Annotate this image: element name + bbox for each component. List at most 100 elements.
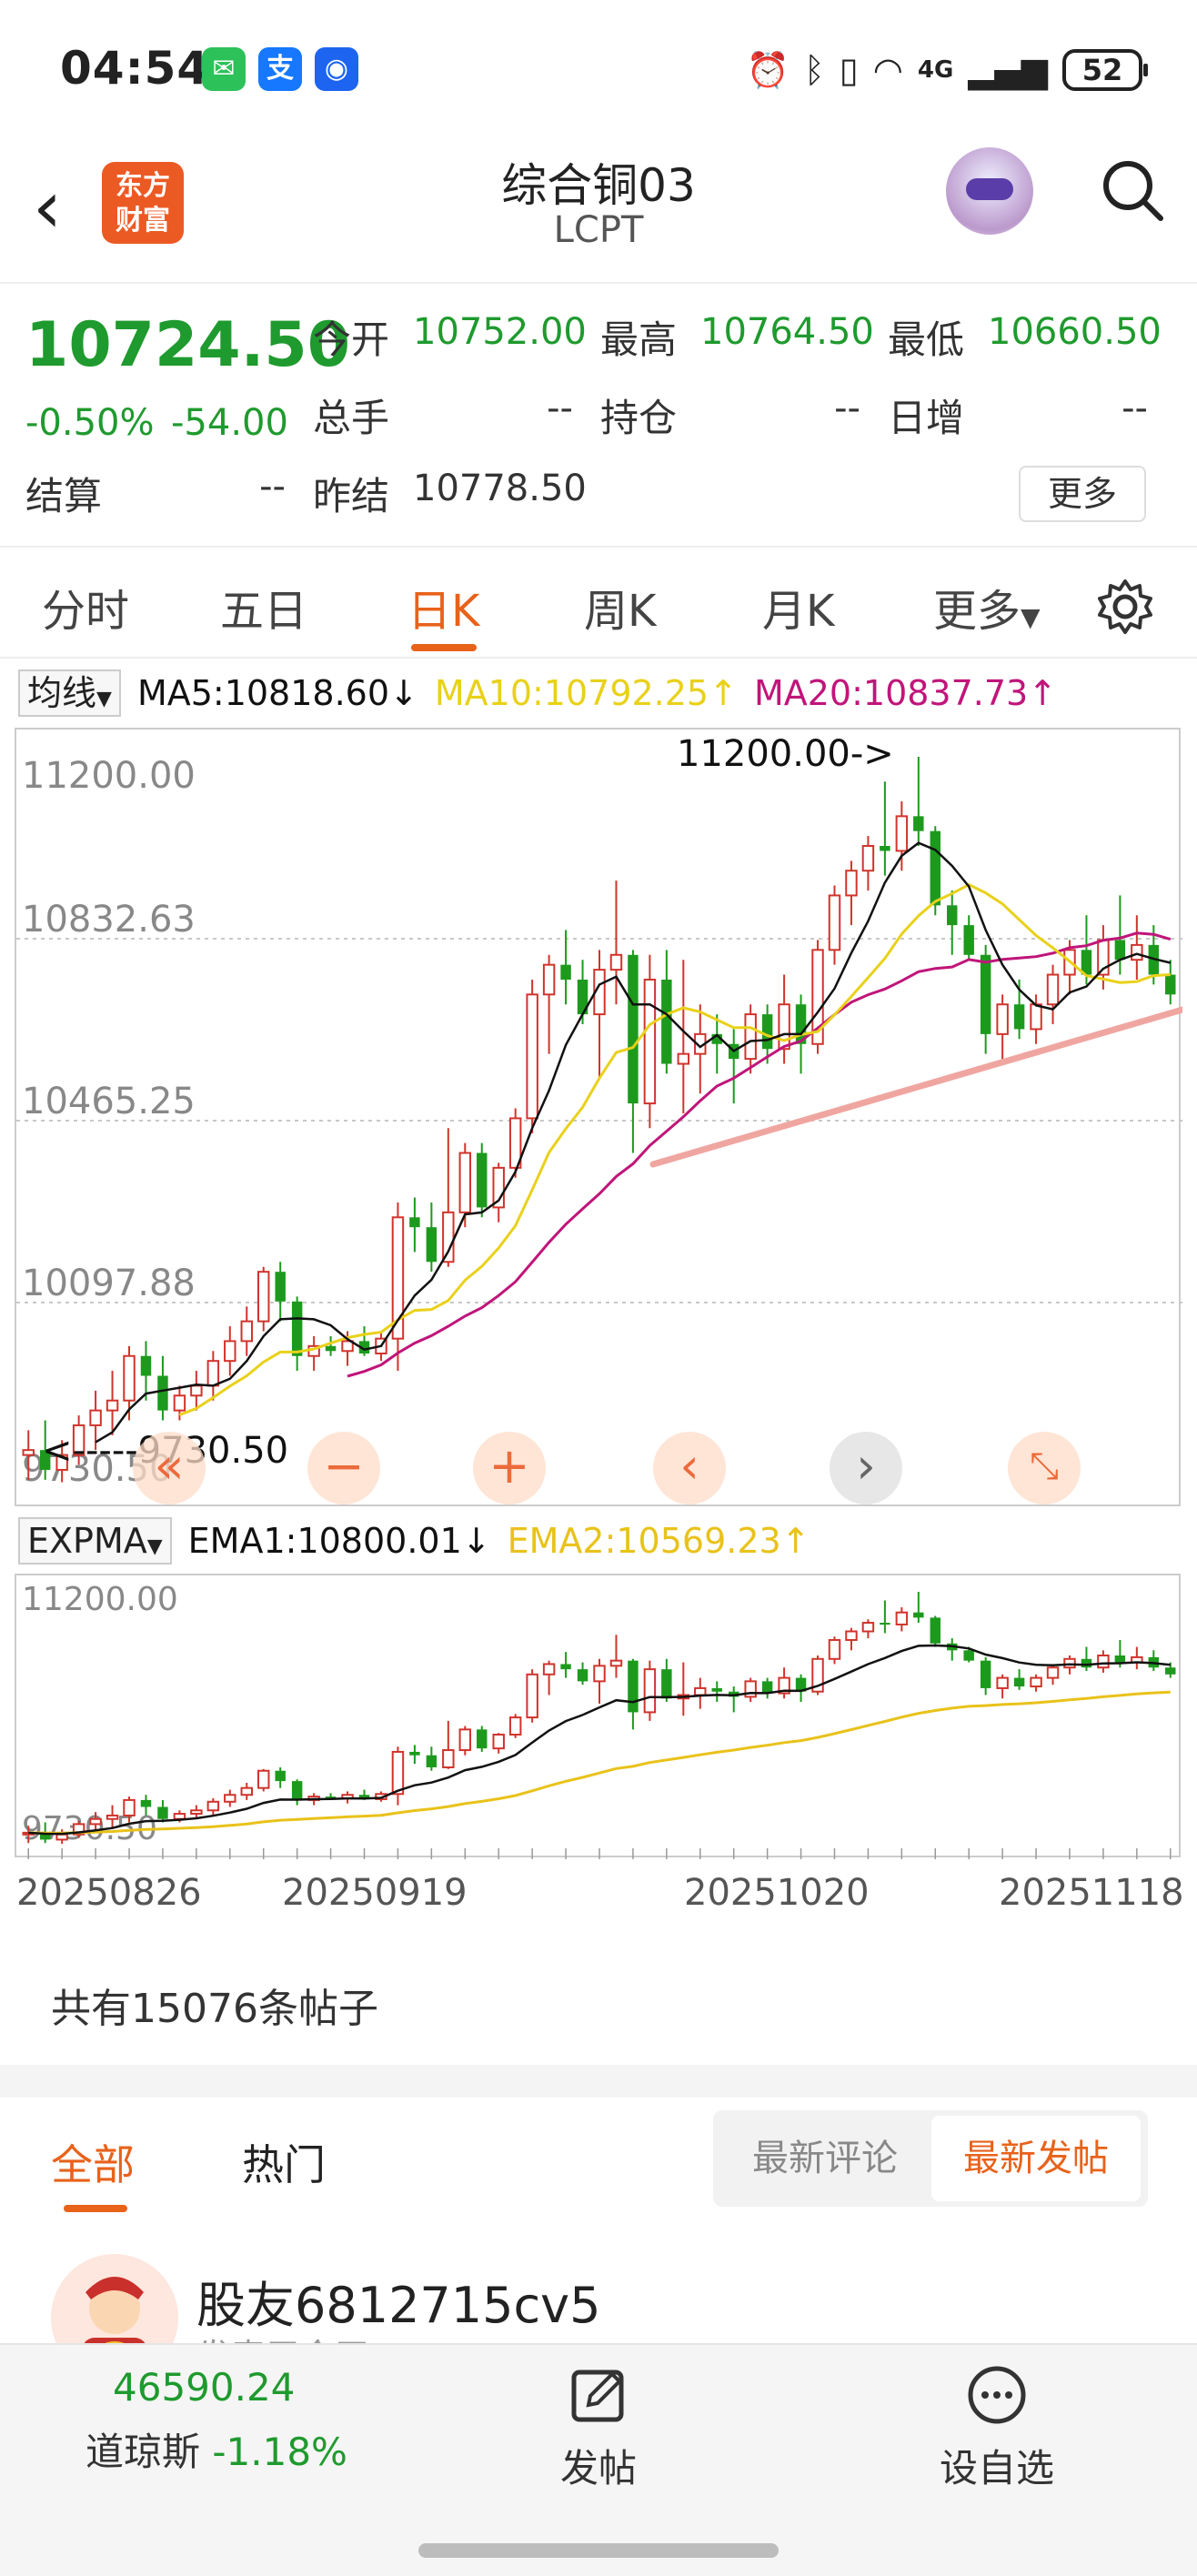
candle-up [744, 1013, 757, 1061]
candle-up [895, 815, 909, 852]
tab-monthly-k[interactable]: 月K [762, 575, 834, 639]
candle-up [224, 1794, 236, 1803]
expma-selector[interactable]: EXPMA▼ [18, 1517, 172, 1565]
high-value: 10764.50 [700, 311, 874, 353]
candle-up [996, 1003, 1009, 1035]
daily-increase-label: 日增 [888, 396, 965, 440]
bottom-bar: 46590.24 道琼斯 -1.18% 发帖 设自选 [0, 2343, 1197, 2576]
candle-up [1030, 1676, 1042, 1688]
ma10-value: MA10:10792.25↑ [434, 673, 738, 713]
index-name[interactable]: 道琼斯 -1.18% [86, 2421, 347, 2477]
assistant-robot-icon[interactable] [946, 147, 1033, 235]
candle-up [643, 978, 657, 1105]
candle-up [123, 1798, 136, 1816]
candle-up [895, 1611, 909, 1625]
candle-down [930, 1617, 940, 1644]
candle-up [240, 1320, 253, 1343]
tab-weekly-k[interactable]: 周K [584, 575, 656, 639]
candle-up [828, 1638, 841, 1660]
app-header: ‹ 东方 财富 综合铜03 LCPT [0, 136, 1197, 284]
candle-up [861, 844, 875, 872]
account-icon: ◉ [315, 47, 358, 91]
candle-down [477, 1152, 488, 1208]
candle-up [526, 1673, 538, 1719]
date-label-2: 20250919 [282, 1872, 468, 1914]
candle-down [157, 1375, 168, 1411]
tab-five-day[interactable]: 五日 [220, 575, 307, 639]
candle-up [173, 1813, 186, 1820]
candle-down [1114, 1655, 1126, 1663]
sort-toggle: 最新评论 最新发帖 [713, 2110, 1148, 2207]
post-count: 共有15076条帖子 [51, 1986, 378, 2032]
candle-down [560, 964, 571, 980]
sort-latest-post[interactable]: 最新发帖 [931, 2116, 1141, 2201]
candle-down [1165, 1667, 1176, 1675]
prev-settle-label: 昨结 [313, 474, 390, 518]
post-button[interactable]: 发帖 [517, 2363, 680, 2493]
chart-next-button[interactable]: › [830, 1432, 902, 1504]
candle-up [508, 1716, 522, 1736]
tab-daily-k[interactable]: 日K [407, 575, 479, 639]
candle-down [275, 1272, 286, 1302]
kline-chart[interactable]: 11200.00 10832.63 10465.25 10097.88 9730.50 1… [15, 728, 1182, 1506]
candle-up [845, 1630, 858, 1641]
date-label-1: 20250826 [16, 1872, 202, 1914]
candle-down [913, 1612, 924, 1618]
settings-gear-icon[interactable] [1095, 577, 1155, 637]
ma-selector[interactable]: 均线▼ [18, 669, 121, 717]
chart-zoom-out-button[interactable]: − [307, 1432, 380, 1504]
candle-down [560, 1664, 571, 1670]
candle-up [123, 1354, 136, 1402]
quote-panel: 10724.50 -0.50% -54.00 今开 10752.00 最高 10… [0, 284, 1197, 548]
candle-down [930, 830, 940, 906]
candle-up [206, 1360, 220, 1387]
y-axis-label: 10832.63 [22, 899, 196, 941]
chart-expand-icon[interactable]: ⤡ [1008, 1432, 1081, 1504]
candle-up [1131, 943, 1143, 961]
candle-up [89, 1409, 102, 1426]
candle-up [542, 1663, 556, 1675]
open-interest-value: -- [834, 387, 860, 429]
candle-down [628, 954, 639, 1104]
chart-period-tabs: 分时 五日 日K 周K 月K 更多▼ [0, 549, 1197, 659]
candle-down [711, 1687, 722, 1692]
settle-value: -- [259, 466, 286, 508]
candle-up [458, 1728, 472, 1752]
candle-down [947, 905, 958, 926]
candle-down [275, 1770, 286, 1782]
battery-icon: 52 [1062, 49, 1148, 91]
tab-hot-posts[interactable]: 热门 [242, 2132, 326, 2192]
tab-more[interactable]: 更多▼ [933, 575, 1041, 639]
candle-up [694, 1686, 707, 1696]
date-label-4: 20251118 [999, 1872, 1184, 1914]
expma-chart[interactable]: 11200.00 9730.50 [15, 1574, 1181, 1859]
chart-zoom-in-button[interactable]: + [473, 1432, 546, 1504]
candle-down [963, 1650, 974, 1661]
sort-latest-comment[interactable]: 最新评论 [720, 2116, 930, 2201]
kline-svg: 11200.0010832.6310465.2510097.889730.501… [16, 733, 1182, 1490]
tab-intraday[interactable]: 分时 [42, 575, 129, 639]
search-icon[interactable] [1099, 156, 1166, 224]
tab-all-posts[interactable]: 全部 [51, 2132, 135, 2192]
section-divider [0, 2065, 1197, 2098]
post-username[interactable]: 股友6812715cv5 [196, 2265, 601, 2337]
expma-y-top-label: 11200.00 [22, 1581, 178, 1618]
candle-up [609, 953, 623, 971]
high-label: 最高 [600, 317, 678, 362]
high-annotation: 11200.00-> [677, 733, 894, 775]
candle-down [577, 1669, 588, 1682]
date-label-3: 20251020 [684, 1872, 870, 1914]
index-value[interactable]: 46590.24 [113, 2365, 295, 2410]
candle-up [828, 894, 841, 951]
dropdown-arrow-icon: ▼ [1021, 602, 1041, 632]
candle-up [609, 1659, 623, 1667]
expma-svg: 11200.009730.50 [22, 1581, 1176, 1859]
chart-prev-button[interactable]: ‹ [653, 1432, 726, 1504]
more-button[interactable]: 更多 [1019, 466, 1146, 522]
home-indicator[interactable] [418, 2543, 779, 2558]
add-watchlist-button[interactable]: 设自选 [915, 2363, 1079, 2493]
candle-up [89, 1817, 102, 1826]
chart-rewind-button[interactable]: « [133, 1432, 206, 1504]
candle-down [980, 954, 991, 1034]
candle-down [477, 1729, 488, 1749]
